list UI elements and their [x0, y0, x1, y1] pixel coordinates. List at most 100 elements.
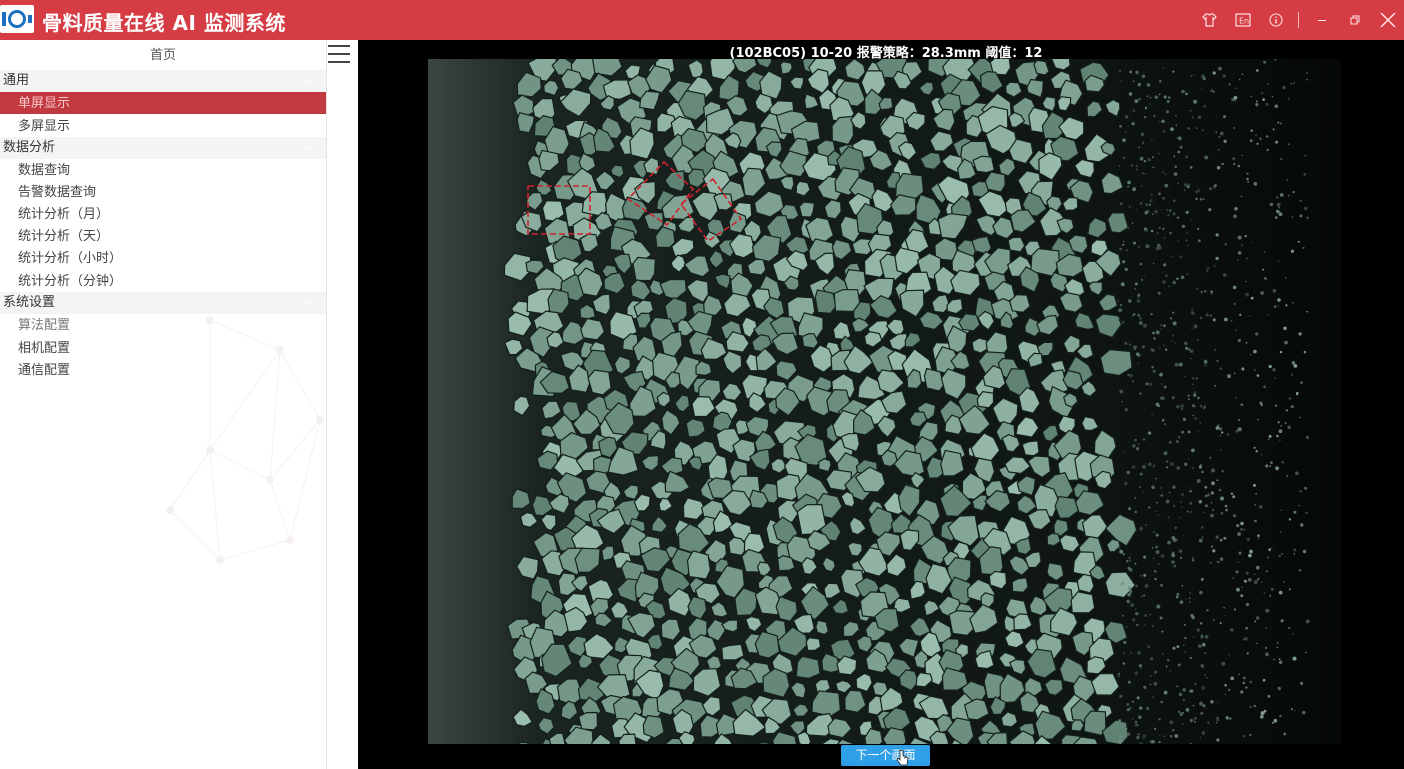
- belt-speckle: [1143, 685, 1147, 690]
- sidebar-item-stats-hour[interactable]: 统计分析（小时）: [0, 247, 326, 269]
- sidebar-item-data-query[interactable]: 数据查询: [0, 159, 326, 181]
- belt-speckle: [1128, 205, 1131, 208]
- belt-speckle: [1288, 518, 1292, 521]
- belt-speckle: [1145, 382, 1149, 386]
- belt-speckle: [1191, 308, 1193, 311]
- belt-speckle: [1119, 694, 1123, 699]
- belt-speckle: [1272, 128, 1275, 131]
- sidebar-group-system-settings[interactable]: 系统设置: [0, 292, 326, 314]
- belt-speckle: [1146, 95, 1149, 98]
- belt-speckle: [1137, 293, 1141, 297]
- belt-speckle: [1126, 470, 1130, 475]
- belt-speckle: [1205, 707, 1207, 710]
- belt-speckle: [1135, 584, 1139, 588]
- group-title: 系统设置: [3, 295, 56, 310]
- sidebar-item-camera-config[interactable]: 相机配置: [0, 337, 326, 359]
- shirt-icon[interactable]: [1193, 0, 1226, 40]
- belt-speckle: [1245, 686, 1248, 689]
- belt-speckle: [1247, 181, 1249, 183]
- belt-speckle: [1190, 219, 1192, 221]
- belt-speckle: [1174, 362, 1179, 367]
- menu-toggle-icon[interactable]: [328, 44, 350, 64]
- belt-speckle: [1125, 115, 1129, 119]
- belt-speckle: [1278, 590, 1283, 595]
- belt-speckle: [1210, 491, 1214, 495]
- belt-speckle: [1172, 199, 1176, 203]
- belt-speckle: [1138, 443, 1140, 445]
- belt-speckle: [1241, 244, 1243, 247]
- belt-speckle: [1276, 434, 1279, 438]
- sidebar-item-algorithm-config[interactable]: 算法配置: [0, 314, 326, 336]
- belt-speckle: [1178, 710, 1181, 713]
- belt-speckle: [1219, 131, 1224, 136]
- sidebar-item-comm-config[interactable]: 通信配置: [0, 359, 326, 381]
- belt-speckle: [1240, 527, 1244, 531]
- belt-speckle: [1127, 227, 1129, 229]
- sidebar-item-alarm-query[interactable]: 告警数据查询: [0, 181, 326, 203]
- home-link[interactable]: 首页: [0, 40, 326, 70]
- sidebar-item-stats-minute[interactable]: 统计分析（分钟）: [0, 270, 326, 292]
- belt-speckle: [1245, 571, 1249, 575]
- belt-speckle: [1183, 644, 1185, 646]
- belt-speckle: [1134, 282, 1138, 286]
- belt-speckle: [1119, 125, 1122, 128]
- belt-speckle: [1151, 485, 1155, 490]
- restore-icon[interactable]: [1338, 0, 1371, 40]
- belt-speckle: [1161, 630, 1164, 633]
- belt-speckle: [1149, 103, 1151, 105]
- belt-speckle: [1170, 317, 1172, 320]
- belt-speckle: [1270, 461, 1273, 464]
- belt-speckle: [1161, 418, 1165, 422]
- belt-speckle: [1305, 651, 1307, 654]
- belt-speckle: [1223, 606, 1225, 609]
- sidebar-group-data-analysis[interactable]: 数据分析: [0, 137, 326, 159]
- belt-speckle: [1159, 734, 1161, 736]
- stone: [940, 449, 965, 477]
- belt-speckle: [1291, 361, 1296, 365]
- belt-speckle: [1193, 74, 1195, 76]
- belt-speckle: [1150, 674, 1152, 677]
- sidebar-item-single-screen[interactable]: 单屏显示: [0, 92, 326, 114]
- belt-speckle: [1253, 704, 1256, 708]
- aggregate-camera-image: [428, 59, 1341, 744]
- belt-speckle: [1154, 209, 1158, 214]
- belt-speckle: [1263, 251, 1266, 253]
- belt-speckle: [1186, 272, 1189, 276]
- belt-speckle: [1203, 511, 1205, 514]
- belt-speckle: [1124, 359, 1127, 362]
- belt-speckle: [1180, 501, 1182, 503]
- sidebar-item-multi-screen[interactable]: 多屏显示: [0, 115, 326, 137]
- belt-speckle: [1190, 358, 1192, 360]
- belt-speckle: [1284, 277, 1287, 279]
- belt-speckle: [1188, 597, 1191, 599]
- belt-speckle: [1206, 609, 1209, 612]
- belt-speckle: [1177, 150, 1181, 154]
- belt-speckle: [1304, 206, 1308, 211]
- belt-speckle: [1302, 246, 1305, 250]
- belt-speckle: [1158, 718, 1161, 721]
- minimize-icon[interactable]: [1305, 0, 1338, 40]
- belt-speckle: [1215, 233, 1219, 237]
- sidebar-item-stats-month[interactable]: 统计分析（月）: [0, 203, 326, 225]
- belt-speckle: [1137, 353, 1141, 357]
- belt-speckle: [1163, 237, 1166, 239]
- belt-speckle: [1279, 715, 1282, 718]
- belt-speckle: [1158, 93, 1161, 96]
- belt-speckle: [1134, 720, 1138, 724]
- belt-speckle: [1152, 166, 1154, 168]
- sidebar-group-general[interactable]: 通用: [0, 70, 326, 92]
- belt-speckle: [1152, 331, 1155, 335]
- close-icon[interactable]: [1371, 0, 1404, 40]
- belt-speckle: [1244, 636, 1248, 641]
- belt-speckle: [1124, 727, 1128, 731]
- stone: [1011, 577, 1029, 593]
- info-icon[interactable]: [1259, 0, 1292, 40]
- language-icon[interactable]: En: [1226, 0, 1259, 40]
- belt-speckle: [1306, 216, 1309, 220]
- belt-speckle: [1134, 723, 1138, 727]
- belt-speckle: [1233, 162, 1236, 166]
- next-frame-button[interactable]: 下一个画面: [841, 745, 930, 766]
- belt-speckle: [1134, 438, 1137, 442]
- sidebar-item-stats-day[interactable]: 统计分析（天）: [0, 225, 326, 247]
- belt-speckle: [1172, 212, 1176, 216]
